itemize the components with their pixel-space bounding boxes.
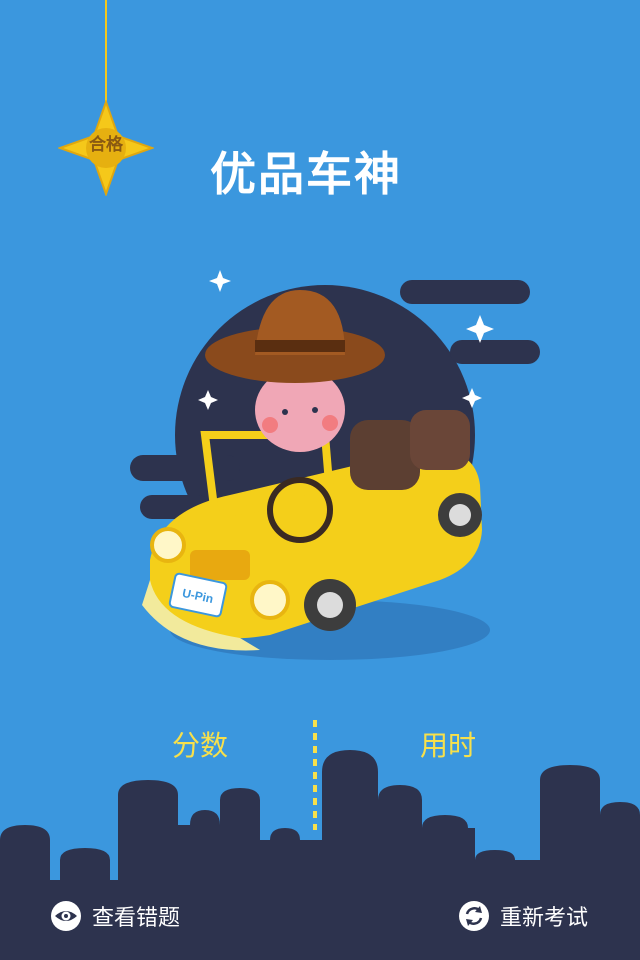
retake-exam-label: 重新考试 — [500, 906, 589, 931]
time-label: 用时 — [420, 729, 477, 762]
score-label: 分数 — [172, 729, 229, 762]
badge-label: 合格 — [89, 135, 123, 155]
refresh-icon — [459, 901, 489, 931]
badge-hanging-string — [105, 0, 107, 102]
review-wrong-answers-label: 查看错题 — [92, 906, 181, 931]
review-wrong-answers-button[interactable]: 查看错题 — [50, 900, 180, 932]
result-stats: 分数 用时 — [0, 720, 640, 830]
page-title: 优品车神 — [210, 147, 402, 201]
stats-divider — [313, 720, 317, 830]
result-screen: 合格 优品车神 U-Pin 分数 用时 查看错题 重新考试 — [0, 0, 640, 960]
car-driver-illustration: U-Pin — [130, 270, 540, 660]
eye-icon — [51, 901, 81, 931]
retake-exam-button[interactable]: 重新考试 — [458, 900, 588, 932]
